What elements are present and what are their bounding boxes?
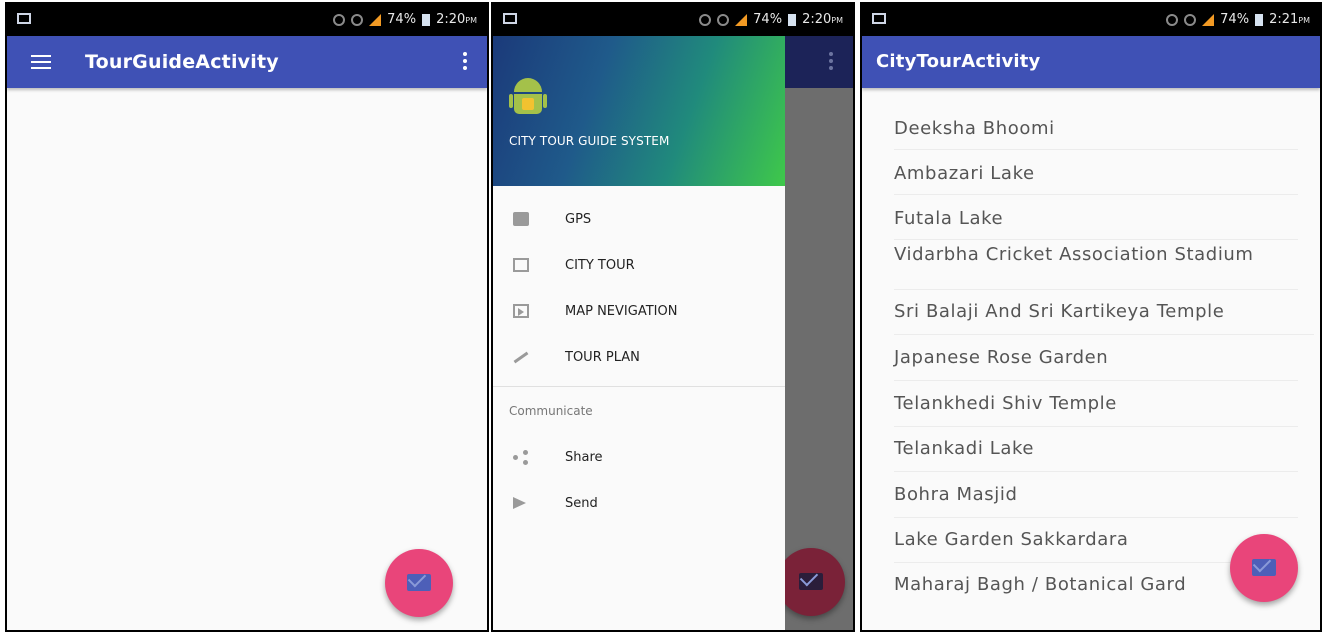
- sync-icon: [699, 13, 712, 26]
- hamburger-menu-icon[interactable]: [31, 55, 51, 69]
- list-item-ambazari-lake[interactable]: Ambazari Lake: [894, 157, 1298, 195]
- battery-icon: [1255, 13, 1264, 26]
- status-bar: 74% 2:20PM: [493, 4, 853, 36]
- clock: 2:20: [436, 12, 466, 27]
- screenshot-icon: [17, 13, 31, 24]
- drawer-item-label: TOUR PLAN: [565, 349, 640, 365]
- list-item-vca-stadium[interactable]: Vidarbha Cricket Association Stadium: [894, 242, 1298, 290]
- list-item-bohra-masjid[interactable]: Bohra Masjid: [894, 478, 1298, 518]
- list-item-rose-garden[interactable]: Japanese Rose Garden: [894, 341, 1298, 381]
- list-item-deeksha-bhoomi[interactable]: Deeksha Bhoomi: [894, 112, 1298, 150]
- battery-icon: [788, 13, 797, 26]
- email-fab-button: [777, 548, 845, 616]
- list-item-balaji-temple[interactable]: Sri Balaji And Sri Kartikeya Temple: [894, 295, 1314, 335]
- screenshot-icon: [503, 13, 517, 24]
- email-icon: [1252, 559, 1276, 576]
- email-icon: [799, 573, 823, 590]
- android-lock-logo: [509, 78, 547, 116]
- overflow-menu-icon: [829, 52, 833, 72]
- share-icon: [513, 450, 529, 465]
- navigation-drawer-screen: 74% 2:20PM CITY TOUR GUIDE SYSTEM GPS CI…: [491, 2, 855, 632]
- drawer-item-send[interactable]: Send: [493, 480, 785, 526]
- drawer-item-label: MAP NEVIGATION: [565, 303, 678, 319]
- drawer-section-header: Communicate: [509, 404, 593, 418]
- battery-percent: 74%: [387, 12, 417, 27]
- email-icon: [407, 574, 431, 591]
- overflow-menu-icon[interactable]: [463, 52, 467, 72]
- alarm-icon: [717, 13, 730, 26]
- screenshot-icon: [872, 13, 886, 24]
- battery-percent: 74%: [753, 12, 783, 27]
- sync-icon: [333, 13, 346, 26]
- drawer-item-label: CITY TOUR: [565, 257, 635, 273]
- signal-icon: [369, 13, 382, 26]
- wrench-icon: [513, 351, 529, 363]
- send-icon: [513, 497, 526, 509]
- image-icon: [513, 258, 529, 272]
- drawer-item-city-tour[interactable]: CITY TOUR: [493, 242, 785, 288]
- alarm-icon: [351, 13, 364, 26]
- camera-icon: [513, 212, 529, 226]
- signal-icon: [735, 13, 748, 26]
- battery-percent: 74%: [1220, 12, 1250, 27]
- drawer-item-tour-plan[interactable]: TOUR PLAN: [493, 334, 785, 380]
- navigation-drawer: CITY TOUR GUIDE SYSTEM GPS CITY TOUR MAP…: [493, 36, 785, 630]
- list-item-telankadi-lake[interactable]: Telankadi Lake: [894, 432, 1298, 472]
- tour-guide-screen: 74% 2:20PM TourGuideActivity: [5, 2, 489, 632]
- alarm-icon: [1184, 13, 1197, 26]
- city-tour-screen: 74% 2:21PM CityTourActivity Deeksha Bhoo…: [860, 2, 1322, 632]
- clock-ampm: PM: [831, 16, 843, 25]
- drawer-item-gps[interactable]: GPS: [493, 196, 785, 242]
- status-bar: 74% 2:20PM: [7, 4, 487, 36]
- clock: 2:21: [1269, 12, 1299, 27]
- clock: 2:20: [802, 12, 832, 27]
- email-fab-button[interactable]: [385, 549, 453, 617]
- list-item-shiv-temple[interactable]: Telankhedi Shiv Temple: [894, 387, 1298, 427]
- status-bar: 74% 2:21PM: [862, 4, 1320, 36]
- app-bar: TourGuideActivity: [7, 36, 487, 88]
- drawer-item-label: Share: [565, 449, 603, 465]
- drawer-title: CITY TOUR GUIDE SYSTEM: [509, 134, 670, 148]
- drawer-item-map-navigation[interactable]: MAP NEVIGATION: [493, 288, 785, 334]
- sync-icon: [1166, 13, 1179, 26]
- app-bar: CityTourActivity: [862, 36, 1320, 88]
- clock-ampm: PM: [465, 16, 477, 25]
- slideshow-icon: [513, 304, 529, 318]
- drawer-header: CITY TOUR GUIDE SYSTEM: [493, 36, 785, 186]
- app-bar-title: CityTourActivity: [876, 51, 1041, 72]
- signal-icon: [1202, 13, 1215, 26]
- drawer-item-share[interactable]: Share: [493, 434, 785, 480]
- email-fab-button[interactable]: [1230, 534, 1298, 602]
- clock-ampm: PM: [1298, 16, 1310, 25]
- drawer-divider: [493, 386, 785, 387]
- battery-icon: [422, 13, 431, 26]
- app-bar-title: TourGuideActivity: [85, 51, 279, 73]
- drawer-item-label: GPS: [565, 211, 592, 227]
- list-item-futala-lake[interactable]: Futala Lake: [894, 202, 1298, 240]
- drawer-item-label: Send: [565, 495, 598, 511]
